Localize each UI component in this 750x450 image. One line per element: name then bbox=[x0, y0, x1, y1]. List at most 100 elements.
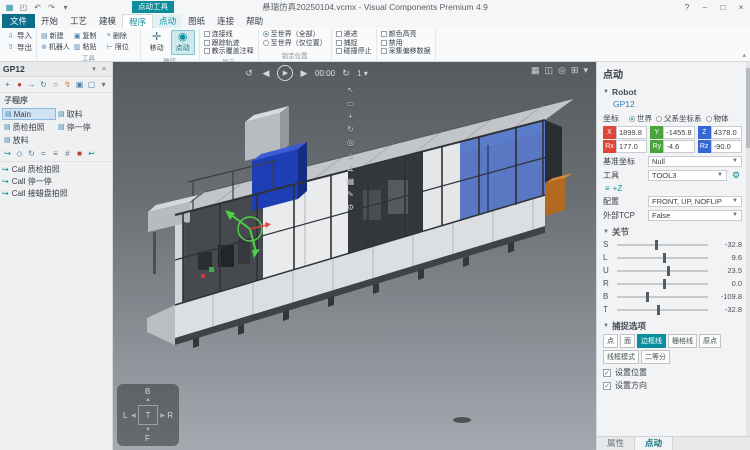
ribbon-collapse-icon[interactable]: ▴ bbox=[742, 51, 746, 59]
fullscreen-icon[interactable]: ⊞ bbox=[571, 65, 579, 76]
loop-icon[interactable]: ↻ bbox=[340, 68, 352, 79]
signal-icon[interactable]: ↯ bbox=[62, 79, 73, 90]
while-icon[interactable]: ↻ bbox=[26, 148, 37, 159]
3d-viewport[interactable]: ↺ ◀ ▶ ▶ 00:00 ↻ 1 ▾ ▦ ◫ ◎ ⊞ ▾ ↖ ▭ + ↻ ◎ … bbox=[113, 62, 596, 450]
robot-button[interactable]: ⊚机器人 bbox=[41, 41, 70, 52]
call-icon[interactable]: ↪ bbox=[2, 148, 13, 159]
halt-icon[interactable]: ■ bbox=[74, 148, 85, 159]
tab-modeling[interactable]: 建模 bbox=[93, 14, 122, 28]
if-icon[interactable]: ◇ bbox=[14, 148, 25, 159]
step-back-icon[interactable]: ◀ bbox=[260, 68, 272, 79]
navigation-cube[interactable]: B L T R F ▲ ◀ ▶ ▼ bbox=[117, 384, 179, 446]
joints-section-header[interactable]: ▼ 关节 bbox=[603, 225, 742, 238]
snap-options-section-header[interactable]: ▼ 捕捉选项 bbox=[603, 319, 742, 332]
play-button[interactable]: ▶ bbox=[277, 65, 293, 81]
offset-data-toggle[interactable]: 采集偏移数据 bbox=[381, 47, 431, 56]
routine-place[interactable]: ▤放料 bbox=[2, 134, 56, 146]
tab-home[interactable]: 开始 bbox=[35, 14, 64, 28]
ry-input[interactable]: -4.6 bbox=[663, 140, 694, 153]
snap-grid-button[interactable]: 栅格线 bbox=[668, 334, 697, 348]
split-view-icon[interactable]: ◫ bbox=[545, 65, 554, 76]
nav-arrow-right-icon[interactable]: ▶ bbox=[160, 412, 165, 419]
import-button[interactable]: ⇩ 导入 bbox=[6, 30, 32, 42]
paste-button[interactable]: ▥粘贴 bbox=[74, 41, 103, 52]
more-statements-icon[interactable]: ▾ bbox=[98, 79, 109, 90]
viewport-settings-icon[interactable]: ⚙ bbox=[345, 203, 356, 213]
routine-pause[interactable]: ▤停一停 bbox=[56, 121, 110, 133]
new-statement-button[interactable]: ▤新建 bbox=[41, 30, 70, 41]
tab-jog-panel[interactable]: 点动 bbox=[634, 437, 673, 450]
set-position-checkbox[interactable]: ✓ 设置位置 bbox=[603, 366, 742, 379]
quick-access-caret-icon[interactable]: ▾ bbox=[60, 3, 71, 12]
joint-slider-t[interactable] bbox=[617, 309, 708, 311]
coord-parent-radio[interactable]: 父系坐标系 bbox=[656, 113, 702, 124]
x-input[interactable]: 1899.8 bbox=[616, 126, 647, 139]
coord-object-radio[interactable]: 物体 bbox=[706, 113, 729, 124]
panel-scrollbar[interactable] bbox=[746, 62, 750, 436]
record-icon[interactable]: ● bbox=[14, 79, 25, 90]
nav-arrow-down-icon[interactable]: ▼ bbox=[145, 427, 151, 433]
annotate-icon[interactable]: ✎ bbox=[345, 190, 356, 200]
zoom-icon[interactable]: ◎ bbox=[345, 138, 356, 148]
grid-icon[interactable]: ▦ bbox=[345, 177, 356, 187]
nav-left-face[interactable]: L bbox=[123, 411, 127, 420]
nav-arrow-left-icon[interactable]: ◀ bbox=[131, 412, 136, 419]
tab-help[interactable]: 帮助 bbox=[240, 14, 269, 28]
redo-icon[interactable]: ↷ bbox=[46, 3, 57, 12]
routine-inspect[interactable]: ▤质检拍照 bbox=[2, 121, 56, 133]
export-button[interactable]: ⇧ 导出 bbox=[6, 42, 32, 54]
statement-call-2[interactable]: ↪Call 停一停 bbox=[2, 175, 110, 187]
joint-slider-l[interactable] bbox=[617, 257, 708, 259]
pan-icon[interactable]: + bbox=[345, 112, 356, 122]
tab-program[interactable]: 程序 bbox=[122, 14, 153, 28]
add-statement-icon[interactable]: + bbox=[2, 79, 13, 90]
delete-button[interactable]: ×删除 bbox=[107, 30, 136, 41]
print-icon[interactable]: ≡ bbox=[50, 148, 61, 159]
home-view-icon[interactable]: ⌂ bbox=[345, 151, 356, 161]
y-input[interactable]: -1455.8 bbox=[663, 126, 694, 139]
joint-slider-s[interactable] bbox=[617, 244, 708, 246]
help-icon[interactable]: ? bbox=[678, 2, 696, 12]
statement-call-1[interactable]: ↪Call 质检拍照 bbox=[2, 163, 110, 175]
nav-back-face[interactable]: B bbox=[145, 387, 150, 396]
base-frame-select[interactable]: Null▼ bbox=[648, 156, 742, 167]
bisect-button[interactable]: 二等分 bbox=[641, 350, 670, 364]
close-icon[interactable]: × bbox=[732, 2, 750, 12]
snap-point-button[interactable]: 点 bbox=[603, 334, 618, 348]
routine-main[interactable]: ▤Main bbox=[2, 108, 56, 120]
robot-section-header[interactable]: ▼ Robot bbox=[603, 85, 742, 98]
marquee-select-icon[interactable]: ▭ bbox=[345, 99, 356, 109]
limits-button[interactable]: ⊢限位 bbox=[107, 41, 136, 52]
nav-arrow-up-icon[interactable]: ▲ bbox=[145, 397, 151, 403]
rx-input[interactable]: 177.0 bbox=[616, 140, 647, 153]
speed-select[interactable]: 1 ▾ bbox=[357, 69, 368, 78]
snap-face-button[interactable]: 面 bbox=[620, 334, 635, 348]
joint-slider-b[interactable] bbox=[617, 296, 708, 298]
camera-view-icon[interactable]: ◎ bbox=[558, 65, 566, 76]
delay-icon[interactable]: ○ bbox=[50, 79, 61, 90]
joint-slider-r[interactable] bbox=[617, 283, 708, 285]
robot-name[interactable]: GP12 bbox=[603, 98, 742, 112]
tab-jog-contextual[interactable]: 点动 bbox=[153, 14, 182, 28]
reset-simulation-icon[interactable]: ↺ bbox=[243, 68, 255, 79]
measure-icon[interactable]: ∡ bbox=[345, 164, 356, 174]
lock-world-position-radio[interactable]: 至世界（仅位置） bbox=[263, 39, 327, 48]
external-tcp-select[interactable]: False▼ bbox=[648, 210, 742, 221]
joint-slider-u[interactable] bbox=[617, 270, 708, 272]
nav-right-face[interactable]: R bbox=[167, 411, 173, 420]
return-icon[interactable]: ↩ bbox=[86, 148, 97, 159]
orbit-icon[interactable]: ↻ bbox=[345, 125, 356, 135]
tab-process[interactable]: 工艺 bbox=[64, 14, 93, 28]
ptp-motion-icon[interactable]: → bbox=[26, 79, 37, 90]
snap-edge-button[interactable]: 边框线 bbox=[637, 334, 666, 348]
nav-front-face[interactable]: F bbox=[145, 434, 150, 443]
rotate-motion-icon[interactable]: ↻ bbox=[38, 79, 49, 90]
tab-file[interactable]: 文件 bbox=[2, 14, 35, 28]
app-icon[interactable]: ▦ bbox=[4, 3, 15, 12]
tab-drawing[interactable]: 图纸 bbox=[182, 14, 211, 28]
rz-input[interactable]: -90.0 bbox=[711, 140, 742, 153]
routine-pick[interactable]: ▤取料 bbox=[56, 108, 110, 120]
collision-stop-toggle[interactable]: 碰撞停止 bbox=[336, 47, 372, 56]
render-mode-icon[interactable]: ▦ bbox=[531, 65, 540, 76]
wireframe-mode-button[interactable]: 线框模式 bbox=[603, 350, 639, 364]
